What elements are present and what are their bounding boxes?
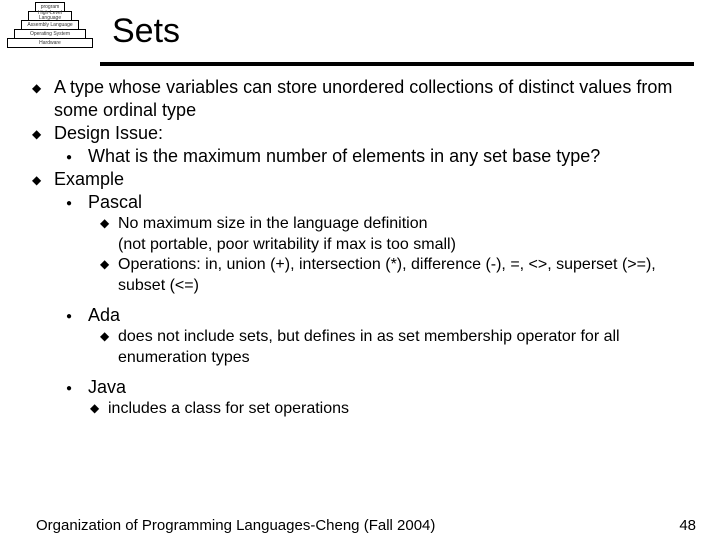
bullet-text: Ada — [88, 304, 694, 327]
disc-icon — [66, 145, 88, 168]
bullet-item: No maximum size in the language definiti… — [26, 214, 694, 255]
disc-icon — [66, 191, 88, 214]
pyramid-icon: program High-Level Language Assembly Lan… — [4, 2, 96, 60]
bullet-text: does not include sets, but defines in as… — [118, 327, 694, 368]
diamond-icon — [32, 122, 54, 145]
bullet-item: Ada — [26, 304, 694, 327]
diamond-icon — [32, 76, 54, 122]
bullet-text: No maximum size in the language definiti… — [118, 214, 694, 255]
bullet-text: Operations: in, union (+), intersection … — [118, 255, 694, 296]
footer-text: Organization of Programming Languages-Ch… — [36, 517, 435, 534]
diamond-icon — [90, 399, 108, 419]
page-number: 48 — [679, 517, 696, 534]
diamond-icon — [100, 255, 118, 296]
bullet-text: Pascal — [88, 191, 694, 214]
bullet-text: Design Issue: — [54, 122, 694, 145]
bullet-item: includes a class for set operations — [26, 399, 694, 419]
bullet-text: A type whose variables can store unorder… — [54, 76, 694, 122]
diamond-icon — [100, 214, 118, 255]
slide-header: program High-Level Language Assembly Lan… — [0, 0, 720, 60]
bullet-item: Java — [26, 376, 694, 399]
slide-title: Sets — [96, 12, 180, 51]
bullet-item: What is the maximum number of elements i… — [26, 145, 694, 168]
bullet-item: Example — [26, 168, 694, 191]
diamond-icon — [100, 327, 118, 368]
title-underline — [100, 62, 694, 66]
disc-icon — [66, 304, 88, 327]
bullet-item: Operations: in, union (+), intersection … — [26, 255, 694, 296]
bullet-item: Pascal — [26, 191, 694, 214]
pyramid-layer: Hardware — [7, 38, 93, 48]
bullet-text: Java — [88, 376, 694, 399]
diamond-icon — [32, 168, 54, 191]
bullet-item: Design Issue: — [26, 122, 694, 145]
line: (not portable, poor writability if max i… — [118, 236, 456, 253]
disc-icon — [66, 376, 88, 399]
bullet-text: What is the maximum number of elements i… — [88, 145, 694, 168]
line: No maximum size in the language definiti… — [118, 215, 428, 232]
bullet-text: Example — [54, 168, 694, 191]
bullet-item: A type whose variables can store unorder… — [26, 76, 694, 122]
slide-body: A type whose variables can store unorder… — [0, 76, 720, 420]
bullet-text: includes a class for set operations — [108, 399, 694, 419]
bullet-item: does not include sets, but defines in as… — [26, 327, 694, 368]
